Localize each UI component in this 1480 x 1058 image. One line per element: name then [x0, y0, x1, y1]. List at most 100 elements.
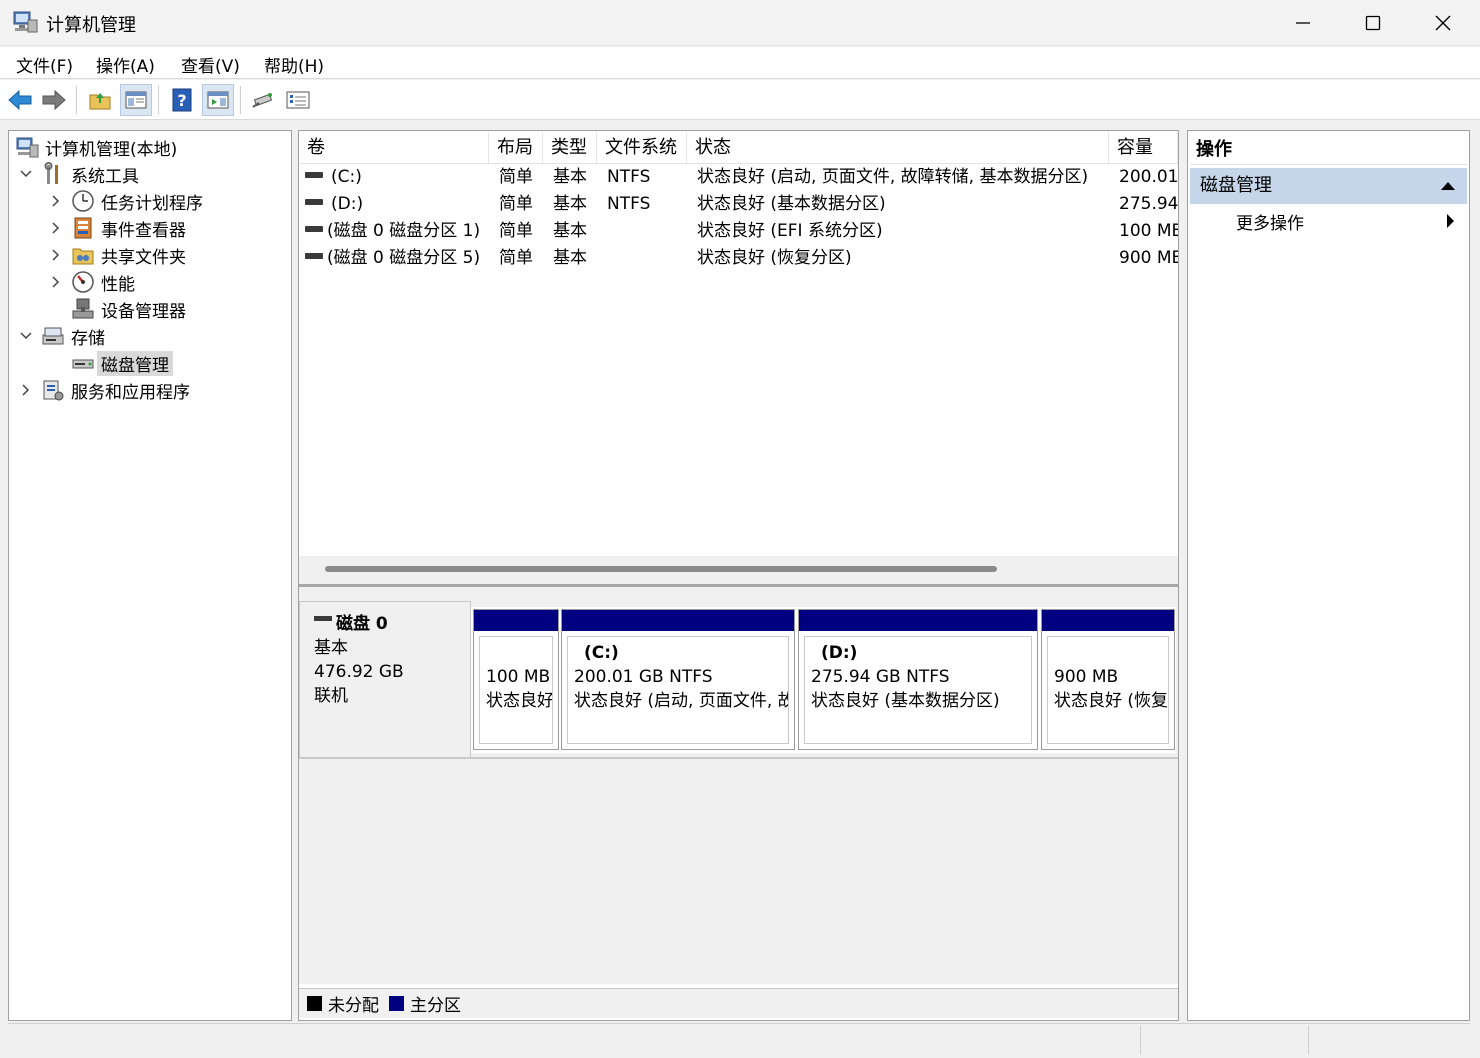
services-icon — [41, 378, 65, 402]
navigation-tree: 计算机管理(本地) 系统工具 任务计划程序 事件查看器 共享文件夹 性能 设备管… — [8, 130, 292, 1021]
cell-status: 状态良好 (EFI 系统分区) — [697, 221, 883, 241]
menu-view[interactable]: 查看(V) — [181, 52, 240, 77]
cell-layout: 简单 — [499, 248, 533, 268]
partition-name: (D:) — [821, 643, 858, 663]
up-folder-icon — [89, 93, 111, 110]
pane-splitter[interactable] — [299, 584, 1178, 594]
menu-help[interactable]: 帮助(H) — [264, 52, 324, 77]
cell-capacity: 275.94 — [1119, 194, 1178, 214]
volume-icon — [305, 226, 323, 232]
up-folder-button[interactable] — [84, 84, 116, 116]
help-button[interactable]: ? — [166, 84, 198, 116]
disk-type: 基本 — [314, 638, 348, 658]
horizontal-scrollbar[interactable] — [299, 556, 1178, 584]
forward-arrow-icon — [42, 89, 66, 111]
cell-layout: 简单 — [499, 194, 533, 214]
chevron-down-icon[interactable] — [19, 167, 33, 181]
tree-root[interactable]: 计算机管理(本地) — [15, 134, 177, 160]
column-header-status[interactable]: 状态 — [687, 133, 1109, 164]
maximize-button[interactable] — [1338, 0, 1408, 46]
cell-filesystem: NTFS — [607, 194, 651, 214]
table-row[interactable]: (磁盘 0 磁盘分区 5) — [305, 245, 489, 271]
column-header-capacity[interactable]: 容量 — [1109, 133, 1178, 164]
chevron-right-icon[interactable] — [49, 194, 63, 208]
column-header-layout[interactable]: 布局 — [489, 133, 543, 164]
more-actions[interactable]: 更多操作 — [1236, 209, 1304, 234]
cell-type: 基本 — [553, 194, 587, 214]
event-log-icon — [71, 216, 95, 240]
volume-list[interactable]: 卷 布局 类型 文件系统 状态 容量 (C:) 简单 基本 NTFS 状态良好 … — [299, 131, 1178, 556]
partition-size: 200.01 GB NTFS — [574, 667, 713, 687]
actions-pane: 操作 磁盘管理 更多操作 — [1187, 130, 1470, 1021]
actions-header: 操作 — [1190, 133, 1467, 165]
partition-c[interactable]: (C:) 200.01 GB NTFS 状态良好 (启动, 页面文件, 故障转储… — [561, 609, 795, 750]
maximize-icon — [1365, 15, 1381, 31]
help-icon: ? — [172, 88, 192, 112]
partition-status: 状态良好 (恢复分区) — [1054, 691, 1169, 711]
cell-layout: 简单 — [499, 167, 533, 187]
scrollbar-thumb[interactable] — [325, 566, 997, 572]
table-row[interactable]: (磁盘 0 磁盘分区 1) — [305, 218, 489, 244]
show-hide-tree-button[interactable] — [120, 84, 152, 116]
legend-unallocated: 未分配 — [307, 991, 379, 1016]
primary-partition-band — [474, 610, 558, 631]
tree-item-services-apps[interactable]: 服务和应用程序 — [19, 377, 190, 403]
connect-button[interactable] — [246, 84, 278, 116]
column-header-type[interactable]: 类型 — [543, 133, 597, 164]
tree-item-disk-management[interactable]: 磁盘管理 — [49, 350, 173, 376]
cell-layout: 简单 — [499, 221, 533, 241]
disk-management-icon — [71, 351, 95, 375]
computer-management-icon — [12, 10, 38, 34]
chevron-right-icon[interactable] — [49, 275, 63, 289]
chevron-right-icon[interactable] — [49, 221, 63, 235]
column-header-filesystem[interactable]: 文件系统 — [597, 133, 687, 164]
tree-item-event-viewer[interactable]: 事件查看器 — [49, 215, 186, 241]
chevron-right-icon[interactable] — [49, 248, 63, 262]
menu-file[interactable]: 文件(F) — [16, 52, 73, 77]
menu-action[interactable]: 操作(A) — [96, 52, 155, 77]
cell-type: 基本 — [553, 221, 587, 241]
collapse-up-icon[interactable] — [1441, 182, 1455, 190]
tree-item-storage[interactable]: 存储 — [19, 323, 105, 349]
table-row[interactable]: (C:) — [305, 164, 489, 190]
back-button[interactable] — [4, 84, 36, 116]
column-header-volume[interactable]: 卷 — [299, 133, 489, 164]
partition-recovery[interactable]: 900 MB 状态良好 (恢复分区) — [1041, 609, 1175, 750]
disk-management-pane: 卷 布局 类型 文件系统 状态 容量 (C:) 简单 基本 NTFS 状态良好 … — [298, 130, 1179, 1021]
disk-state: 联机 — [314, 686, 348, 706]
chevron-down-icon[interactable] — [19, 329, 33, 343]
partition-d[interactable]: (D:) 275.94 GB NTFS 状态良好 (基本数据分区) — [798, 609, 1038, 750]
properties-button[interactable] — [282, 84, 314, 116]
primary-partition-swatch — [389, 996, 404, 1011]
tree-item-device-manager[interactable]: 设备管理器 — [49, 296, 186, 322]
close-icon — [1435, 15, 1451, 31]
legend: 未分配 主分区 — [299, 988, 1178, 1018]
submenu-arrow-icon[interactable] — [1447, 214, 1454, 228]
disk-0-label[interactable]: 磁盘 0 基本 476.92 GB 联机 — [299, 601, 471, 758]
tree-item-performance[interactable]: 性能 — [49, 269, 135, 295]
partition-size: 275.94 GB NTFS — [811, 667, 950, 687]
show-hide-action-pane-icon — [207, 91, 229, 109]
close-button[interactable] — [1408, 0, 1478, 46]
table-row[interactable]: (D:) — [305, 191, 489, 217]
chevron-right-icon[interactable] — [19, 383, 33, 397]
menu-bar: 文件(F) 操作(A) 查看(V) 帮助(H) — [0, 47, 1480, 79]
window-title: 计算机管理 — [46, 15, 136, 36]
show-hide-action-pane-button[interactable] — [202, 84, 234, 116]
forward-button[interactable] — [38, 84, 70, 116]
cell-type: 基本 — [553, 248, 587, 268]
clock-icon — [71, 189, 95, 213]
tree-item-task-scheduler[interactable]: 任务计划程序 — [49, 188, 203, 214]
minimize-button[interactable] — [1268, 0, 1338, 46]
cell-status: 状态良好 (启动, 页面文件, 故障转储, 基本数据分区) — [697, 167, 1089, 187]
partition-efi[interactable]: 100 MB 状态良好 — [473, 609, 559, 750]
back-arrow-icon — [8, 89, 32, 111]
cell-capacity: 900 MB — [1119, 248, 1178, 268]
cell-status: 状态良好 (基本数据分区) — [697, 194, 886, 214]
cell-capacity: 100 MB — [1119, 221, 1178, 241]
actions-section-disk-management[interactable]: 磁盘管理 — [1190, 168, 1467, 204]
tree-item-shared-folders[interactable]: 共享文件夹 — [49, 242, 186, 268]
volume-icon — [305, 199, 323, 205]
tree-item-system-tools[interactable]: 系统工具 — [19, 161, 139, 187]
disk-graphical-view: 磁盘 0 基本 476.92 GB 联机 100 MB 状态良好 (C:) 20… — [299, 594, 1178, 984]
